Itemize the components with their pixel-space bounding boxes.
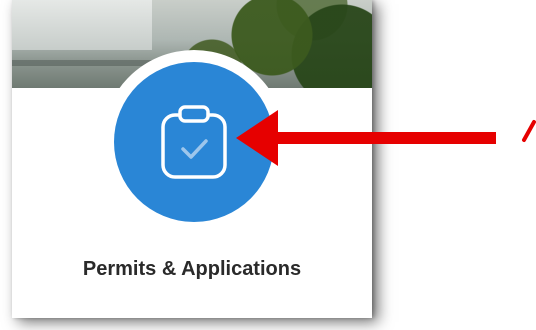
clipboard-check-icon	[161, 105, 227, 179]
card-label[interactable]: Permits & Applications	[12, 258, 372, 281]
red-arrow-annotation	[236, 110, 496, 166]
cropped-annotation-mark	[522, 120, 536, 142]
